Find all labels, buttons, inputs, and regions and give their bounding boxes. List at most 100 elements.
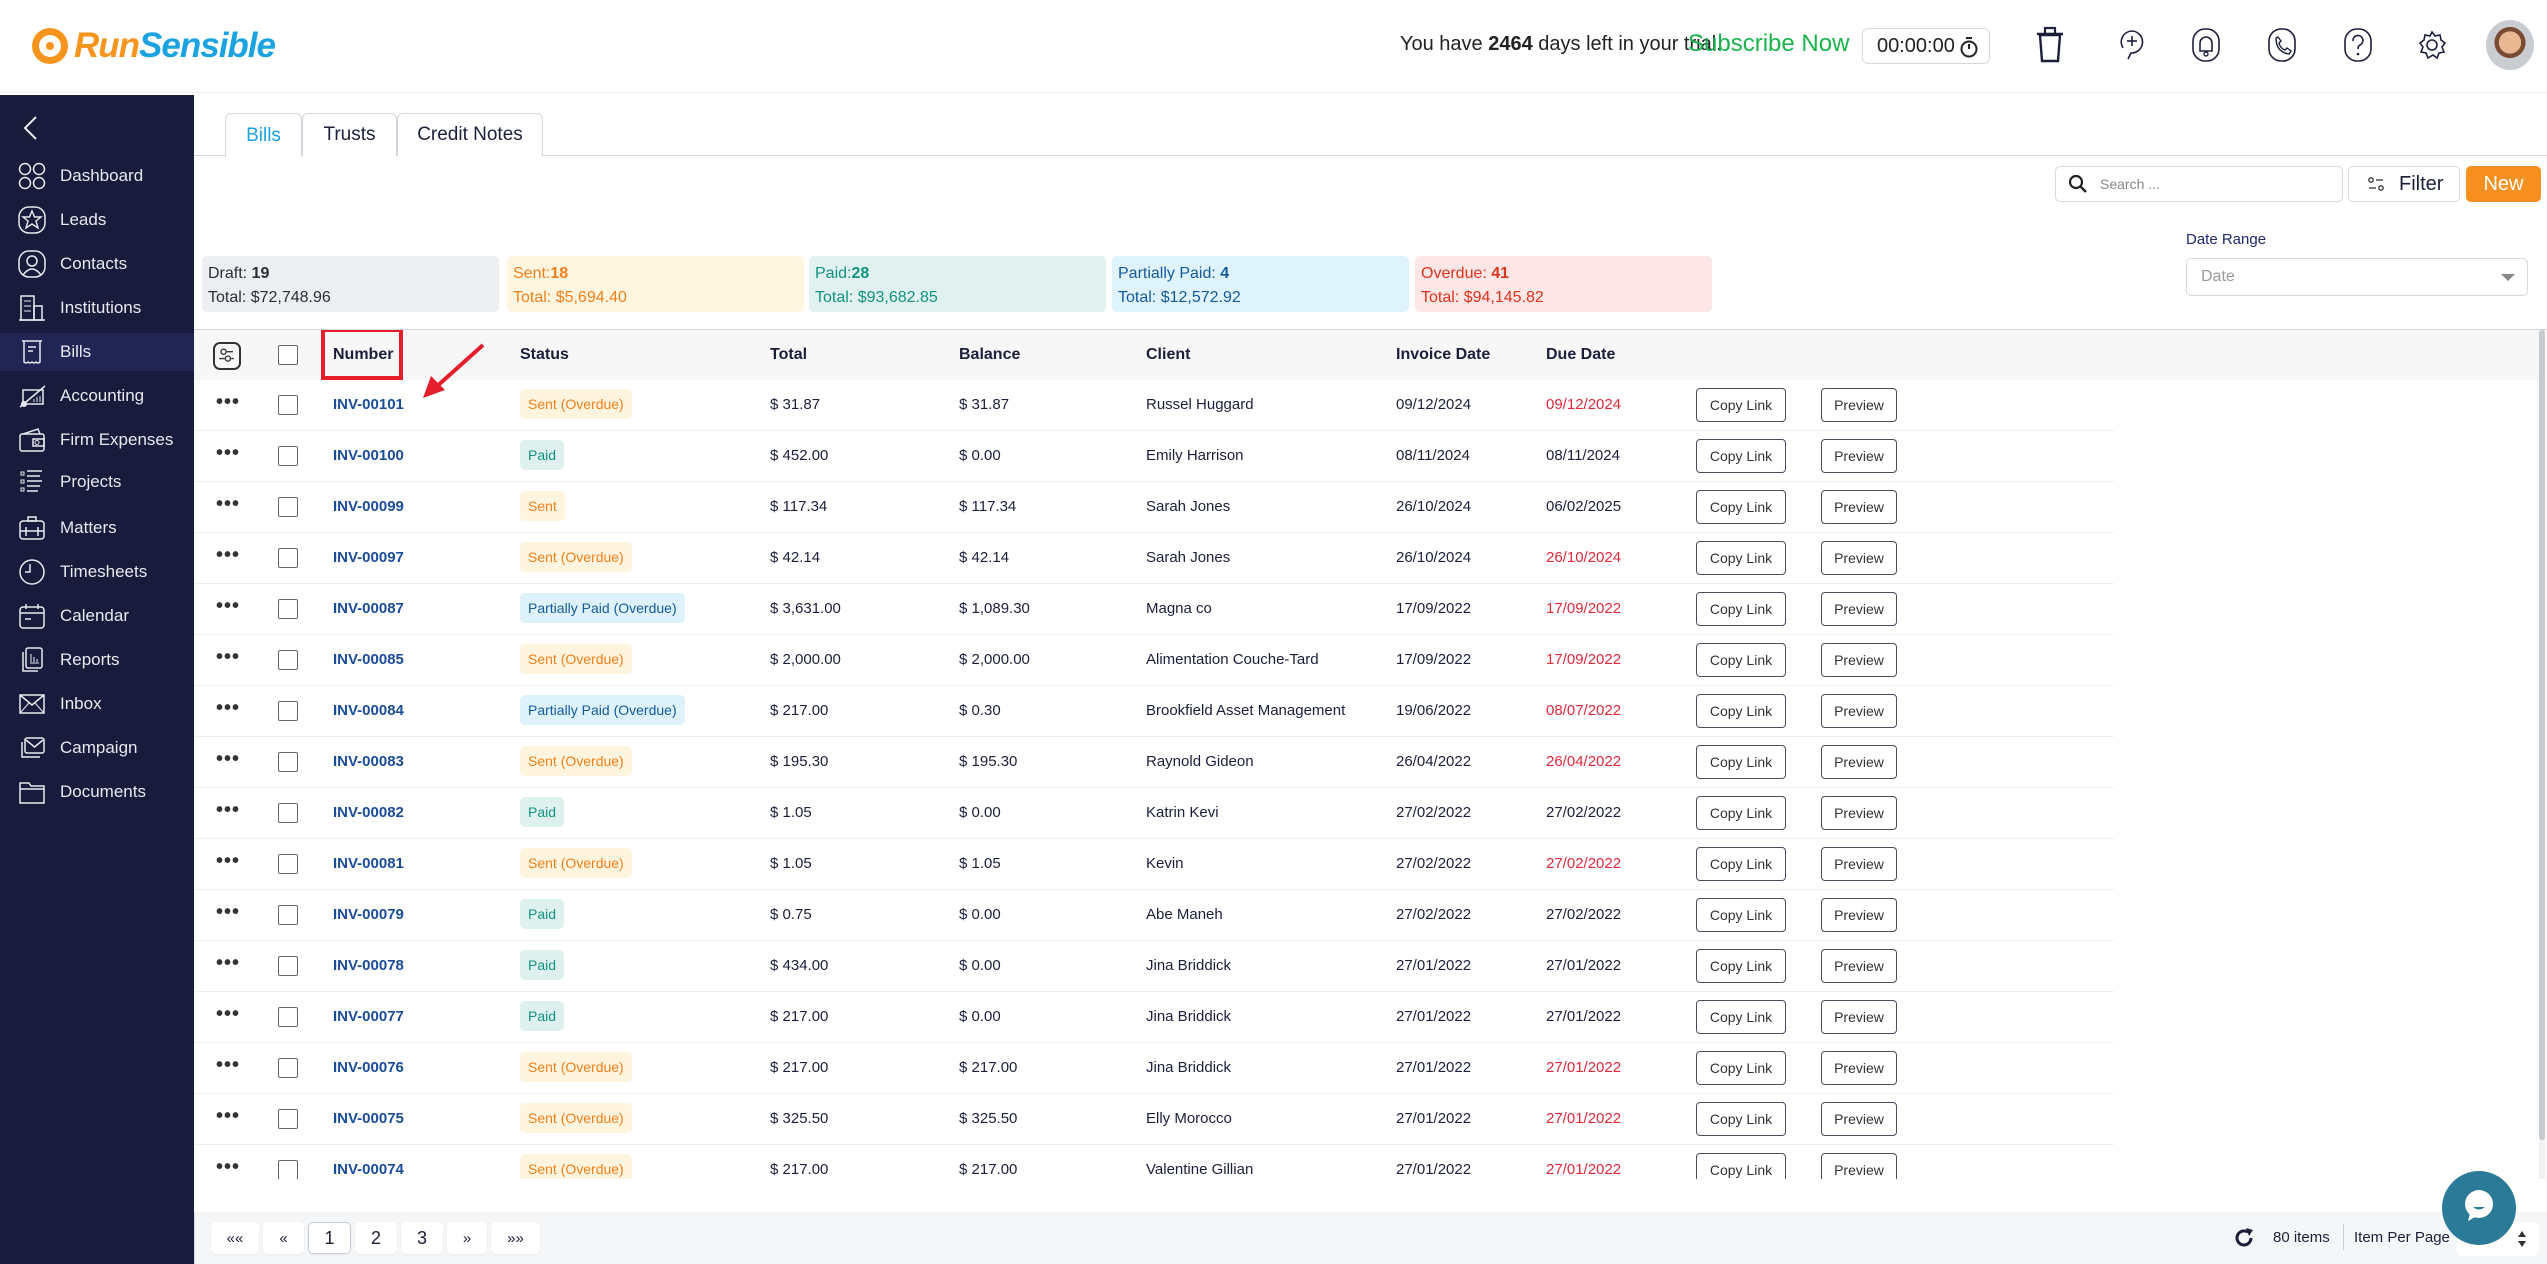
sidebar-item-inbox[interactable]: Inbox xyxy=(0,685,194,723)
row-checkbox[interactable] xyxy=(278,1109,298,1129)
sidebar-item-calendar[interactable]: Calendar xyxy=(0,597,194,635)
timer-widget[interactable]: 00:00:00 xyxy=(1862,28,1990,64)
row-actions-menu-icon[interactable]: ••• xyxy=(216,953,240,973)
copy-link-button[interactable]: Copy Link xyxy=(1696,592,1786,626)
copy-link-button[interactable]: Copy Link xyxy=(1696,1051,1786,1085)
column-header-status[interactable]: Status xyxy=(520,346,569,364)
column-header-client[interactable]: Client xyxy=(1146,346,1190,364)
sidebar-item-firm-expenses[interactable]: Firm Expenses xyxy=(0,421,194,459)
copy-link-button[interactable]: Copy Link xyxy=(1696,898,1786,932)
row-actions-menu-icon[interactable]: ••• xyxy=(216,1004,240,1024)
invoice-number-link[interactable]: INV-00077 xyxy=(333,1008,404,1025)
table-row[interactable]: ••• INV-00097 Sent (Overdue) $ 42.14 $ 42.14… xyxy=(194,533,2114,584)
copy-link-button[interactable]: Copy Link xyxy=(1696,541,1786,575)
copy-link-button[interactable]: Copy Link xyxy=(1696,745,1786,779)
preview-button[interactable]: Preview xyxy=(1821,439,1897,473)
invoice-number-link[interactable]: INV-00075 xyxy=(333,1110,404,1127)
preview-button[interactable]: Preview xyxy=(1821,1153,1897,1179)
tab-credit-notes[interactable]: Credit Notes xyxy=(397,113,543,156)
tab-trusts[interactable]: Trusts xyxy=(302,113,397,156)
invoice-number-link[interactable]: INV-00074 xyxy=(333,1161,404,1178)
row-checkbox[interactable] xyxy=(278,446,298,466)
notification-bell-icon[interactable] xyxy=(2188,25,2224,65)
row-checkbox[interactable] xyxy=(278,956,298,976)
preview-button[interactable]: Preview xyxy=(1821,745,1897,779)
row-actions-menu-icon[interactable]: ••• xyxy=(216,596,240,616)
scrollbar-thumb[interactable] xyxy=(2539,330,2545,1140)
row-checkbox[interactable] xyxy=(278,599,298,619)
chat-widget-button[interactable] xyxy=(2442,1171,2516,1245)
sidebar-item-contacts[interactable]: Contacts xyxy=(0,245,194,283)
date-range-select[interactable]: Date xyxy=(2186,258,2528,296)
sidebar-item-documents[interactable]: Documents xyxy=(0,773,194,811)
preview-button[interactable]: Preview xyxy=(1821,541,1897,575)
sidebar-item-timesheets[interactable]: Timesheets xyxy=(0,553,194,591)
user-avatar[interactable] xyxy=(2486,20,2534,70)
help-icon[interactable] xyxy=(2340,25,2376,65)
preview-button[interactable]: Preview xyxy=(1821,490,1897,524)
row-actions-menu-icon[interactable]: ••• xyxy=(216,647,240,667)
invoice-number-link[interactable]: INV-00084 xyxy=(333,702,404,719)
row-checkbox[interactable] xyxy=(278,650,298,670)
preview-button[interactable]: Preview xyxy=(1821,796,1897,830)
preview-button[interactable]: Preview xyxy=(1821,592,1897,626)
sidebar-item-matters[interactable]: Matters xyxy=(0,509,194,547)
brand-logo[interactable]: RunSensible xyxy=(32,26,276,66)
next-page-button[interactable]: » xyxy=(447,1222,487,1254)
row-actions-menu-icon[interactable]: ••• xyxy=(216,1157,240,1177)
row-actions-menu-icon[interactable]: ••• xyxy=(216,851,240,871)
table-scrollbar[interactable] xyxy=(2539,330,2545,1179)
invoice-number-link[interactable]: INV-00101 xyxy=(333,396,404,413)
invoice-number-link[interactable]: INV-00083 xyxy=(333,753,404,770)
sidebar-item-dashboard[interactable]: Dashboard xyxy=(0,157,194,195)
row-checkbox[interactable] xyxy=(278,548,298,568)
invoice-number-link[interactable]: INV-00079 xyxy=(333,906,404,923)
subscribe-now-link[interactable]: Subscribe Now xyxy=(1688,30,1849,58)
row-actions-menu-icon[interactable]: ••• xyxy=(216,698,240,718)
row-actions-menu-icon[interactable]: ••• xyxy=(216,800,240,820)
invoice-number-link[interactable]: INV-00087 xyxy=(333,600,404,617)
row-actions-menu-icon[interactable]: ••• xyxy=(216,494,240,514)
column-header-due-date[interactable]: Due Date xyxy=(1546,346,1615,364)
invoice-number-link[interactable]: INV-00082 xyxy=(333,804,404,821)
refresh-icon[interactable] xyxy=(2233,1227,2255,1249)
select-all-checkbox[interactable] xyxy=(278,345,298,365)
table-row[interactable]: ••• INV-00074 Sent (Overdue) $ 217.00 $ 217.… xyxy=(194,1145,2114,1179)
preview-button[interactable]: Preview xyxy=(1821,1102,1897,1136)
invoice-number-link[interactable]: INV-00097 xyxy=(333,549,404,566)
row-checkbox[interactable] xyxy=(278,701,298,721)
sidebar-item-accounting[interactable]: Accounting xyxy=(0,377,194,415)
table-row[interactable]: ••• INV-00101 Sent (Overdue) $ 31.87 $ 31.87… xyxy=(194,380,2114,431)
invoice-number-link[interactable]: INV-00076 xyxy=(333,1059,404,1076)
collapse-sidebar-icon[interactable] xyxy=(22,115,40,141)
preview-button[interactable]: Preview xyxy=(1821,1051,1897,1085)
row-actions-menu-icon[interactable]: ••• xyxy=(216,1055,240,1075)
row-checkbox[interactable] xyxy=(278,497,298,517)
prev-page-button[interactable]: « xyxy=(263,1222,304,1254)
sidebar-item-campaign[interactable]: Campaign xyxy=(0,729,194,767)
table-row[interactable]: ••• INV-00076 Sent (Overdue) $ 217.00 $ 217.… xyxy=(194,1043,2114,1094)
row-actions-menu-icon[interactable]: ••• xyxy=(216,443,240,463)
row-actions-menu-icon[interactable]: ••• xyxy=(216,749,240,769)
summary-card[interactable]: Paid:28 Total: $93,682.85 xyxy=(809,256,1106,312)
phone-icon[interactable] xyxy=(2264,25,2300,65)
first-page-button[interactable]: «« xyxy=(211,1222,259,1254)
table-row[interactable]: ••• INV-00078 Paid $ 434.00 $ 0.00 Jina Bridd… xyxy=(194,941,2114,992)
sidebar-item-projects[interactable]: Projects xyxy=(0,463,194,501)
sidebar-item-reports[interactable]: Reports xyxy=(0,641,194,679)
add-task-icon[interactable] xyxy=(2114,25,2150,65)
invoice-number-link[interactable]: INV-00081 xyxy=(333,855,404,872)
new-bill-button[interactable]: New xyxy=(2466,166,2541,202)
copy-link-button[interactable]: Copy Link xyxy=(1696,643,1786,677)
row-checkbox[interactable] xyxy=(278,854,298,874)
copy-link-button[interactable]: Copy Link xyxy=(1696,847,1786,881)
row-actions-menu-icon[interactable]: ••• xyxy=(216,902,240,922)
table-row[interactable]: ••• INV-00085 Sent (Overdue) $ 2,000.00 $ 2,… xyxy=(194,635,2114,686)
row-checkbox[interactable] xyxy=(278,1160,298,1179)
copy-link-button[interactable]: Copy Link xyxy=(1696,1000,1786,1034)
row-checkbox[interactable] xyxy=(278,803,298,823)
column-settings-icon[interactable] xyxy=(213,342,241,370)
row-checkbox[interactable] xyxy=(278,1007,298,1027)
table-row[interactable]: ••• INV-00082 Paid $ 1.05 $ 0.00 Katrin Kevi 2… xyxy=(194,788,2114,839)
table-row[interactable]: ••• INV-00079 Paid $ 0.75 $ 0.00 Abe Maneh 27/… xyxy=(194,890,2114,941)
